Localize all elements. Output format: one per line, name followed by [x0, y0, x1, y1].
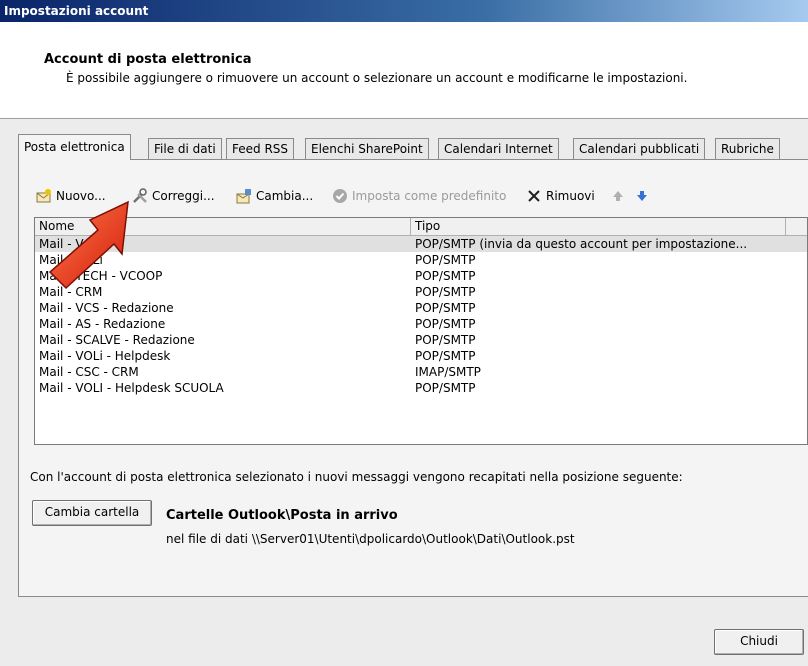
tab-posta-elettronica[interactable]: Posta elettronica [18, 134, 131, 160]
annotation-arrow [48, 200, 129, 290]
annotation-arrow-shape [48, 200, 129, 290]
